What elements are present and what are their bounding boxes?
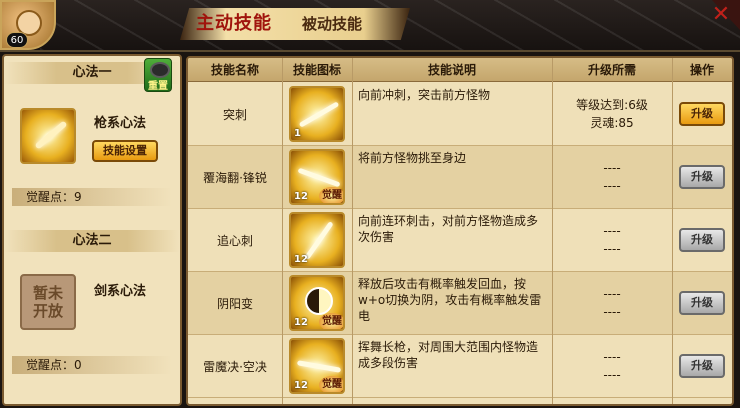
header-desc: 技能说明 xyxy=(427,63,476,77)
upgrade-button[interactable]: 升级 xyxy=(679,102,725,126)
tab-passive-skills[interactable]: 被动技能 xyxy=(302,10,362,38)
skill-name: 覆海翻·锋锐 xyxy=(203,170,267,185)
skill-tabs: 主动技能 被动技能 xyxy=(180,8,410,40)
column-divider xyxy=(552,58,553,404)
top-bar: 60 主动技能 被动技能 ✕ xyxy=(0,0,740,52)
locked-method-icon: 暂未开放 xyxy=(20,274,76,330)
table-row: 追心刺 12 向前连环刺击，对前方怪物造成多次伤害 ---- ---- 升级 xyxy=(188,209,732,272)
upgrade-requirement: ---- ---- xyxy=(603,161,621,193)
player-level: 60 xyxy=(6,32,28,48)
skill-name: 阴阳变 xyxy=(216,296,253,311)
column-divider xyxy=(672,58,673,404)
upgrade-button[interactable]: 升级 xyxy=(679,228,725,252)
yin-yang-skill-icon[interactable]: 12 觉醒 xyxy=(289,275,345,331)
table-row: 覆海翻·锋锐 12 觉醒 将前方怪物挑至身边 ---- ---- 升级 xyxy=(188,146,732,209)
spear-method-icon xyxy=(20,108,76,164)
upgrade-button[interactable]: 升级 xyxy=(679,354,725,378)
tab-active-skills[interactable]: 主动技能 xyxy=(196,10,272,38)
method2-title: 心法二 xyxy=(4,230,180,252)
table-row: 雷魔决·空决 12 觉醒 挥舞长枪，对周围大范围内怪物造成多段伤害 ---- ---… xyxy=(188,335,732,398)
method1-name: 枪系心法 xyxy=(94,116,147,131)
chase-heart-skill-icon[interactable]: 12 xyxy=(289,212,345,268)
skill-level: 12 xyxy=(294,317,308,328)
thrust-skill-icon[interactable]: 1 xyxy=(289,86,345,142)
thunder-skill-icon[interactable]: 12 觉醒 xyxy=(289,338,345,394)
header-req: 升级所需 xyxy=(587,63,636,77)
awaken-badge: 觉醒 xyxy=(319,376,343,392)
method1-awaken-points: 觉醒点：9 xyxy=(12,188,172,206)
skill-level: 12 xyxy=(294,380,308,391)
header-name: 技能名称 xyxy=(210,63,259,77)
awaken-badge: 觉醒 xyxy=(319,313,343,329)
skill-name: 突刺 xyxy=(222,107,247,122)
req-soul: 灵魂:85 xyxy=(590,116,634,130)
column-divider xyxy=(352,58,353,404)
skill-table: 技能名称 技能图标 技能说明 升级所需 操作 突刺 1 向前冲刺，突击前方怪物 … xyxy=(186,56,734,406)
skill-settings-button[interactable]: 技能设置 xyxy=(92,140,158,162)
locked-label: 暂未开放 xyxy=(32,284,63,320)
sweep-skill-icon[interactable]: 12 觉醒 xyxy=(289,149,345,205)
skill-description: 释放后攻击有概率触发回血，按w+o切换为阴，攻击有概率触发雷电 xyxy=(358,277,542,323)
reset-button[interactable]: 重置 xyxy=(144,58,172,92)
upgrade-button[interactable]: 升级 xyxy=(679,165,725,189)
header-icon: 技能图标 xyxy=(292,63,341,77)
skill-description: 将前方怪物挑至身边 xyxy=(358,151,467,165)
table-row: 突刺 1 向前冲刺，突击前方怪物 等级达到:6级 灵魂:85 升级 xyxy=(188,83,732,146)
skill-description: 挥舞长枪，对周围大范围内怪物造成多段伤害 xyxy=(358,340,539,370)
close-icon[interactable]: ✕ xyxy=(708,2,734,28)
table-row: 阴阳变 12 觉醒 释放后攻击有概率触发回血，按w+o切换为阴，攻击有概率触发雷电… xyxy=(188,272,732,335)
table-header: 技能名称 技能图标 技能说明 升级所需 操作 xyxy=(188,58,732,82)
skill-name: 追心刺 xyxy=(216,233,253,248)
skill-description: 向前连环刺击，对前方怪物造成多次伤害 xyxy=(358,214,539,244)
skill-level: 12 xyxy=(294,191,308,202)
skill-name: 雷魔决·空决 xyxy=(203,359,267,374)
upgrade-requirement: ---- ---- xyxy=(603,350,621,382)
upgrade-requirement: ---- ---- xyxy=(603,287,621,319)
skill-description: 向前冲刺，突击前方怪物 xyxy=(358,88,491,102)
upgrade-requirement: 等级达到:6级 灵魂:85 xyxy=(552,83,672,145)
req-level: 等级达到:6级 xyxy=(576,98,648,112)
upgrade-button[interactable]: 升级 xyxy=(679,291,725,315)
skill-level: 1 xyxy=(294,128,301,139)
column-divider xyxy=(282,58,283,404)
mind-method-panel: 心法一 重置 枪系心法 技能设置 觉醒点：9 心法二 暂未开放 剑系心法 觉醒点… xyxy=(2,54,182,406)
header-op: 操作 xyxy=(689,63,714,77)
awaken-badge: 觉醒 xyxy=(319,187,343,203)
skill-level: 12 xyxy=(294,254,308,265)
method2-awaken-points: 觉醒点：0 xyxy=(12,356,172,374)
upgrade-requirement: ---- ---- xyxy=(603,224,621,256)
method2-name: 剑系心法 xyxy=(94,284,147,299)
